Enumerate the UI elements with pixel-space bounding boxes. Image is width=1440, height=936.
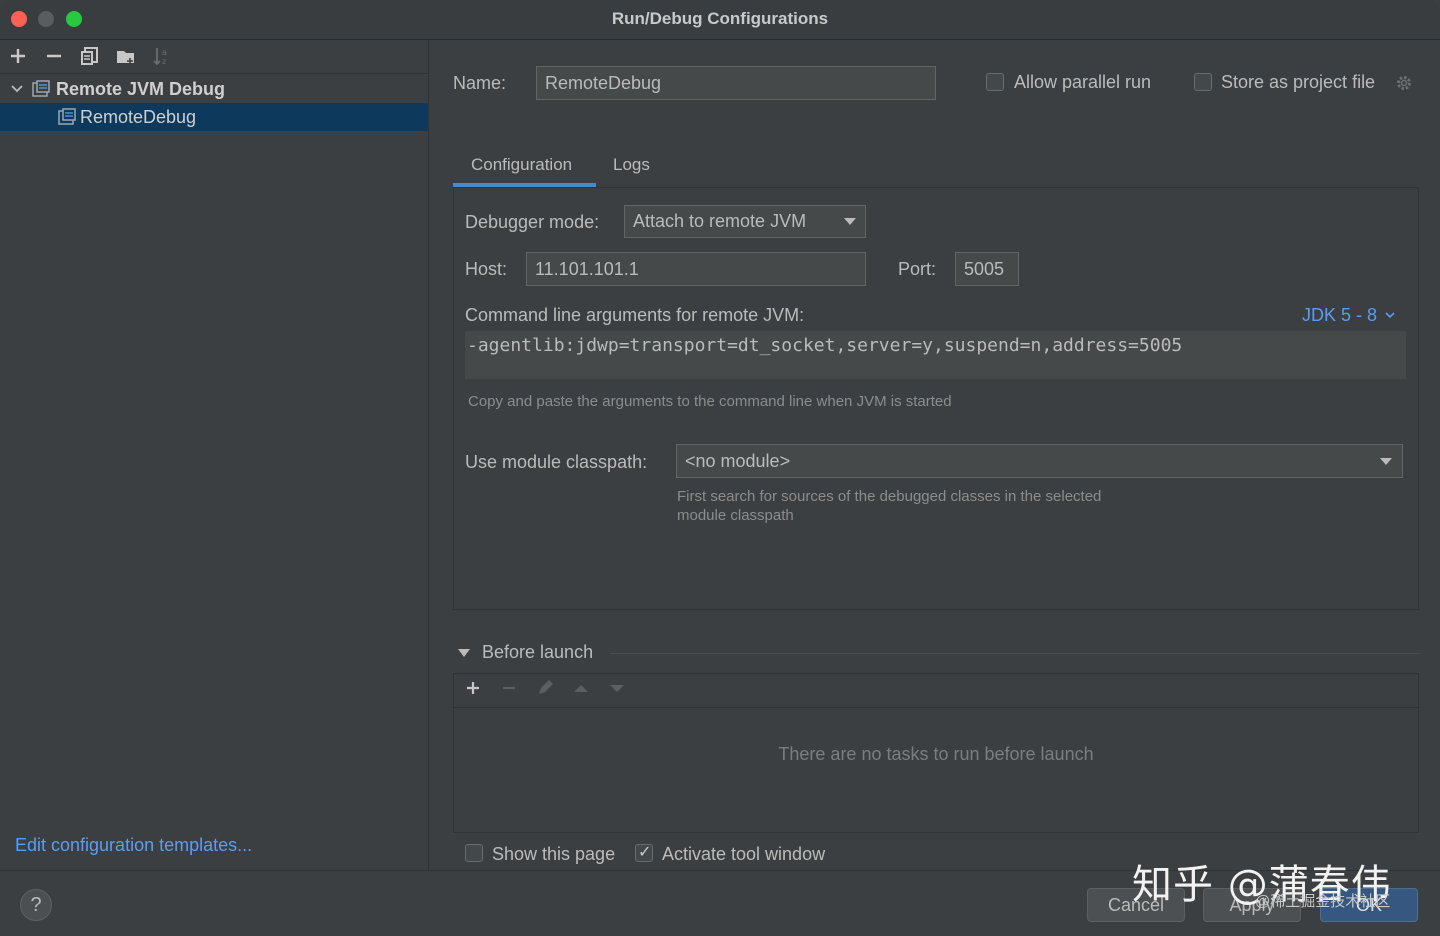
move-down-icon[interactable] [606, 678, 628, 703]
window-title: Run/Debug Configurations [611, 9, 829, 28]
svg-text:z: z [162, 57, 166, 66]
module-classpath-value: <no module> [685, 450, 791, 471]
before-launch-panel: There are no tasks to run before launch [453, 673, 1419, 833]
host-label: Host: [465, 259, 508, 279]
port-label: Port: [898, 259, 937, 279]
allow-parallel-run-checkbox[interactable] [986, 73, 1004, 91]
tab-configuration[interactable]: Configuration [471, 155, 572, 175]
configuration-editor: Name: RemoteDebug Allow parallel run Sto… [430, 40, 1440, 870]
store-as-project-file-checkbox[interactable] [1194, 73, 1212, 91]
tree-item-label: RemoteDebug [80, 106, 197, 127]
copy-icon[interactable] [79, 45, 101, 67]
configurations-sidebar: az Remote JVM Debug RemoteDebug Edit con… [0, 40, 429, 870]
chevron-down-icon [1385, 312, 1395, 319]
sort-icon[interactable]: az [151, 45, 173, 67]
add-icon[interactable] [7, 45, 29, 67]
command-line-args-field[interactable]: -agentlib:jdwp=transport=dt_socket,serve… [465, 331, 1406, 379]
before-launch-divider [610, 653, 1420, 654]
module-classpath-hint-line-2: module classpath [677, 507, 794, 524]
jdk-version-link[interactable]: JDK 5 - 8 [1302, 305, 1396, 326]
allow-parallel-run-label: Allow parallel run [1014, 72, 1152, 92]
chevron-down-icon[interactable] [10, 82, 24, 96]
add-task-icon[interactable] [462, 678, 484, 703]
show-this-page-checkbox[interactable] [465, 844, 483, 862]
debugger-mode-label: Debugger mode: [465, 212, 600, 232]
remove-icon[interactable] [43, 45, 65, 67]
before-launch-empty-text: There are no tasks to run before launch [778, 744, 1094, 764]
gear-icon[interactable] [1395, 74, 1413, 92]
debugger-mode-value: Attach to remote JVM [633, 211, 807, 231]
tree-group-remote-jvm-debug[interactable]: Remote JVM Debug [0, 75, 428, 103]
remote-debug-config-icon [32, 80, 50, 97]
run-debug-configurations-window: Run/Debug Configurations az Remote JVM D [0, 0, 1440, 936]
tree-group-label: Remote JVM Debug [56, 78, 226, 99]
name-label: Name: [453, 73, 507, 93]
sidebar-toolbar: az [0, 40, 428, 74]
help-button[interactable]: ? [20, 889, 52, 921]
module-classpath-label: Use module classpath: [465, 452, 648, 472]
port-input[interactable]: 5005 [955, 252, 1019, 286]
command-line-args-hint: Copy and paste the arguments to the comm… [468, 393, 952, 410]
active-tab-indicator [453, 183, 596, 187]
module-classpath-hint-line-1: First search for sources of the debugged… [677, 488, 1102, 505]
title-bar: Run/Debug Configurations [0, 0, 1440, 40]
remove-task-icon[interactable] [498, 678, 520, 703]
folder-icon[interactable] [115, 45, 137, 67]
before-launch-title: Before launch [482, 642, 594, 662]
show-this-page-label: Show this page [492, 844, 616, 864]
chevron-down-icon [1380, 458, 1392, 465]
host-input[interactable]: 11.101.101.1 [526, 252, 866, 286]
remote-debug-config-icon [58, 108, 76, 125]
svg-text:a: a [162, 48, 167, 57]
edit-configuration-templates-link[interactable]: Edit configuration templates... [15, 835, 252, 856]
watermark-juejin: @稀土掘金技术社区 [1255, 893, 1391, 910]
store-as-project-file-label: Store as project file [1221, 72, 1376, 92]
jdk-version-label: JDK 5 - 8 [1302, 305, 1378, 325]
debugger-mode-dropdown[interactable]: Attach to remote JVM [624, 205, 866, 238]
module-classpath-dropdown[interactable]: <no module> [676, 444, 1403, 478]
activate-tool-window-label: Activate tool window [662, 844, 826, 864]
tree-item-remotedebug[interactable]: RemoteDebug [0, 103, 428, 131]
move-up-icon[interactable] [570, 678, 592, 703]
before-launch-toolbar [454, 674, 1418, 708]
activate-tool-window-checkbox[interactable] [635, 842, 653, 862]
edit-task-icon[interactable] [534, 678, 556, 703]
name-input[interactable]: RemoteDebug [536, 66, 936, 100]
tab-logs[interactable]: Logs [613, 155, 650, 175]
command-line-args-label: Command line arguments for remote JVM: [465, 305, 805, 325]
chevron-down-icon [844, 218, 856, 225]
before-launch-collapse-icon[interactable] [458, 649, 470, 657]
